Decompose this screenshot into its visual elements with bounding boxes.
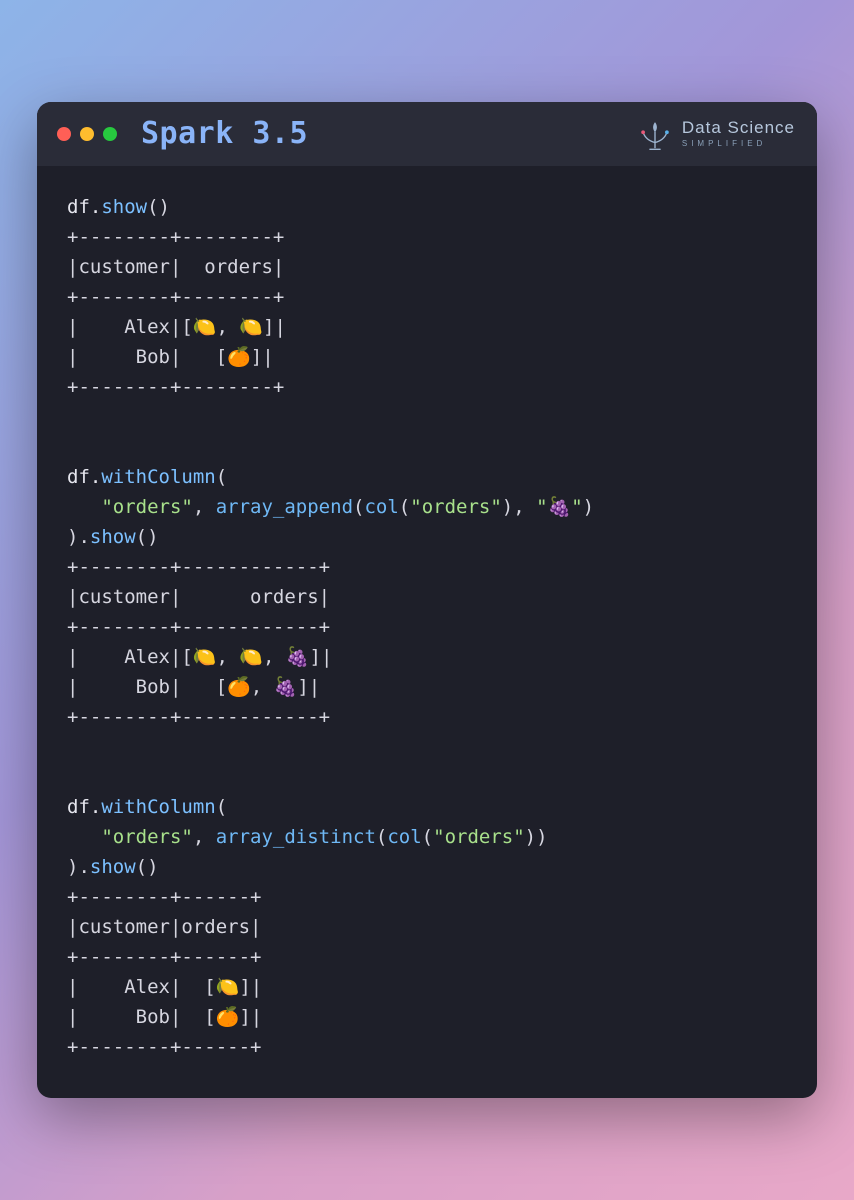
titlebar: Spark 3.5 Data Science SIMPLIFIED: [37, 102, 817, 166]
brand-text: Data Science SIMPLIFIED: [682, 119, 795, 148]
code-block: df.show() +--------+--------+ |customer|…: [67, 192, 787, 1062]
table-header: |customer| orders|: [67, 586, 330, 608]
code-method: show: [90, 856, 136, 878]
code-punct: (): [136, 856, 159, 878]
traffic-lights: [57, 127, 117, 141]
code-punct: ): [583, 496, 594, 518]
code-content: df.show() +--------+--------+ |customer|…: [37, 166, 817, 1098]
table-border: +--------+--------+: [67, 376, 284, 398]
table-border: +--------+------+: [67, 946, 261, 968]
table-header: |customer| orders|: [67, 256, 284, 278]
table-border: +--------+------------+: [67, 706, 330, 728]
table-border: +--------+------+: [67, 886, 261, 908]
code-method: show: [101, 196, 147, 218]
code-string: "orders": [101, 496, 193, 518]
code-text: df.: [67, 466, 101, 488]
code-func: array_distinct: [216, 826, 376, 848]
code-punct: (): [147, 196, 170, 218]
brand-line1: Data Science: [682, 119, 795, 136]
code-string: "orders": [101, 826, 193, 848]
table-header: |customer|orders|: [67, 916, 261, 938]
code-func: col: [387, 826, 421, 848]
brand-logo: Data Science SIMPLIFIED: [638, 117, 795, 151]
table-row: | Bob| [🍊, 🍇]|: [67, 676, 320, 698]
table-row: | Alex| [🍋]|: [67, 976, 262, 998]
table-border: +--------+--------+: [67, 286, 284, 308]
table-row: | Alex|[🍋, 🍋, 🍇]|: [67, 646, 332, 668]
code-text: df.: [67, 796, 101, 818]
code-punct: ,: [193, 496, 216, 518]
code-punct: (: [422, 826, 433, 848]
code-punct: (): [136, 526, 159, 548]
code-punct: (: [216, 466, 227, 488]
code-punct: ).: [67, 856, 90, 878]
code-func: array_append: [216, 496, 353, 518]
code-text: df.: [67, 196, 101, 218]
minimize-icon[interactable]: [80, 127, 94, 141]
window-title: Spark 3.5: [141, 116, 308, 151]
table-border: +--------+------------+: [67, 616, 330, 638]
table-border: +--------+------------+: [67, 556, 330, 578]
table-row: | Bob| [🍊]|: [67, 1006, 262, 1028]
code-punct: ).: [67, 526, 90, 548]
code-func: col: [364, 496, 398, 518]
indent: [67, 826, 101, 848]
code-punct: (: [376, 826, 387, 848]
code-method: withColumn: [101, 796, 215, 818]
code-punct: (: [353, 496, 364, 518]
code-method: show: [90, 526, 136, 548]
code-window: Spark 3.5 Data Science SIMPLIFIED df.sho…: [37, 102, 817, 1098]
table-border: +--------+--------+: [67, 226, 284, 248]
indent: [67, 496, 101, 518]
code-punct: (: [216, 796, 227, 818]
table-border: +--------+------+: [67, 1036, 261, 1058]
table-row: | Bob| [🍊]|: [67, 346, 274, 368]
code-string: "orders": [433, 826, 525, 848]
code-string: "orders": [410, 496, 502, 518]
code-string: "🍇": [536, 496, 583, 518]
brand-line2: SIMPLIFIED: [682, 140, 795, 148]
code-punct: (: [399, 496, 410, 518]
code-punct: )): [525, 826, 548, 848]
table-row: | Alex|[🍋, 🍋]|: [67, 316, 286, 338]
tulip-icon: [638, 117, 672, 151]
close-icon[interactable]: [57, 127, 71, 141]
maximize-icon[interactable]: [103, 127, 117, 141]
code-punct: ,: [193, 826, 216, 848]
code-method: withColumn: [101, 466, 215, 488]
code-punct: ),: [502, 496, 536, 518]
